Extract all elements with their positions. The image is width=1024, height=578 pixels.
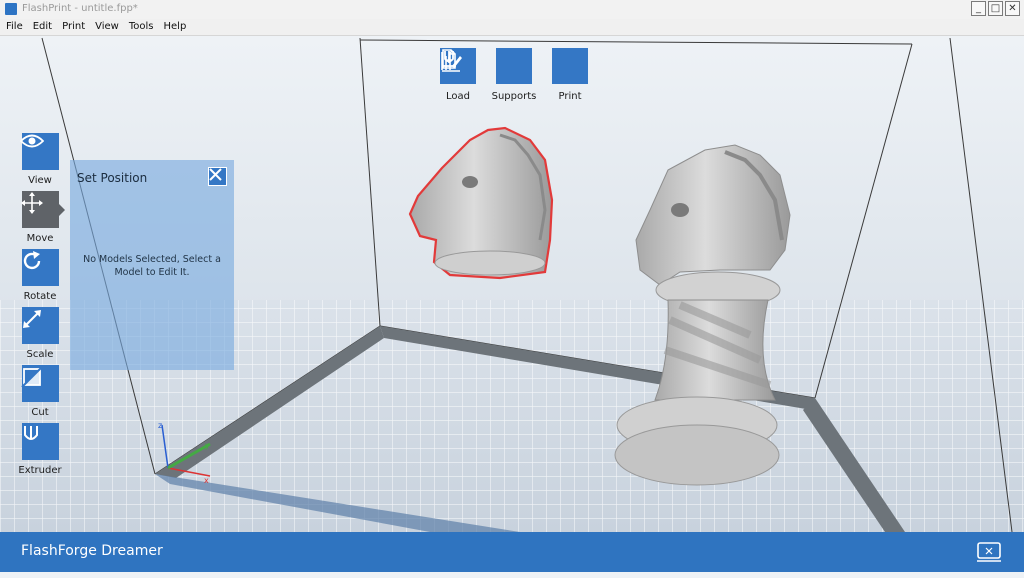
3d-viewport[interactable]: z x y Load Supports Print View Move Rota… [0, 36, 1024, 532]
close-icon [209, 168, 222, 181]
scale-label: Scale [26, 349, 54, 360]
close-button[interactable]: ✕ [1005, 1, 1020, 16]
print-label: Print [558, 91, 582, 102]
panel-title: Set Position [77, 171, 148, 185]
print-icon [442, 48, 588, 84]
cut-icon [21, 365, 59, 402]
scale-tool[interactable]: Scale [20, 307, 60, 365]
x-axis-label: x [204, 476, 209, 485]
rotate-label: Rotate [23, 291, 57, 302]
maximize-button[interactable]: □ [988, 1, 1003, 16]
load-label: Load [446, 91, 470, 102]
view-tool[interactable]: View [20, 133, 60, 191]
printer-name: FlashForge Dreamer [21, 543, 163, 559]
rotate-icon [21, 249, 59, 286]
minimize-button[interactable]: _ [971, 1, 986, 16]
menu-help[interactable]: Help [158, 19, 191, 35]
status-bar: FlashForge Dreamer [0, 532, 1024, 572]
scale-icon [21, 307, 59, 344]
printer-connection-icon[interactable] [976, 541, 1002, 563]
cut-label: Cut [31, 407, 49, 418]
window-bottom-edge [0, 572, 1024, 578]
eye-icon [20, 133, 59, 170]
panel-message: No Models Selected, Select a Model to Ed… [83, 254, 221, 278]
flashprint-window: FlashPrint - untitle.fpp* _ □ ✕ File Edi… [0, 0, 1024, 578]
menu-view[interactable]: View [89, 19, 123, 35]
y-axis-label: y [205, 441, 210, 450]
title-bar: FlashPrint - untitle.fpp* _ □ ✕ [0, 0, 1024, 20]
set-position-panel: Set Position No Models Selected, Select … [70, 160, 234, 370]
menu-edit[interactable]: Edit [27, 19, 56, 35]
menu-print[interactable]: Print [56, 19, 89, 35]
menu-tools[interactable]: Tools [123, 19, 158, 35]
app-icon [5, 3, 17, 15]
extruder-label: Extruder [18, 465, 62, 476]
active-tool-indicator [59, 204, 65, 216]
move-label: Move [26, 233, 54, 244]
menu-file[interactable]: File [0, 19, 27, 35]
z-axis-label: z [158, 421, 162, 430]
menu-bar: File Edit Print View Tools Help [0, 19, 1024, 36]
move-icon [21, 191, 59, 228]
cut-tool[interactable]: Cut [20, 365, 60, 423]
top-toolbar: Load Supports Print [438, 48, 590, 102]
window-controls: _ □ ✕ [971, 1, 1020, 16]
supports-label: Supports [491, 91, 537, 102]
left-toolbar: View Move Rotate Scale Cut Extruder [18, 133, 65, 481]
panel-close-button[interactable] [208, 167, 227, 186]
extruder-tool[interactable]: Extruder [18, 423, 62, 481]
window-title: FlashPrint - untitle.fpp* [22, 3, 138, 14]
move-tool[interactable]: Move [20, 191, 65, 249]
supports-button[interactable]: Supports [441, 48, 537, 102]
supports-icon [441, 48, 532, 84]
extruder-icon [21, 423, 59, 460]
print-button[interactable]: Print [442, 48, 590, 102]
rotate-tool[interactable]: Rotate [20, 249, 60, 307]
view-label: View [28, 175, 52, 186]
knight-head-model[interactable] [408, 126, 554, 280]
